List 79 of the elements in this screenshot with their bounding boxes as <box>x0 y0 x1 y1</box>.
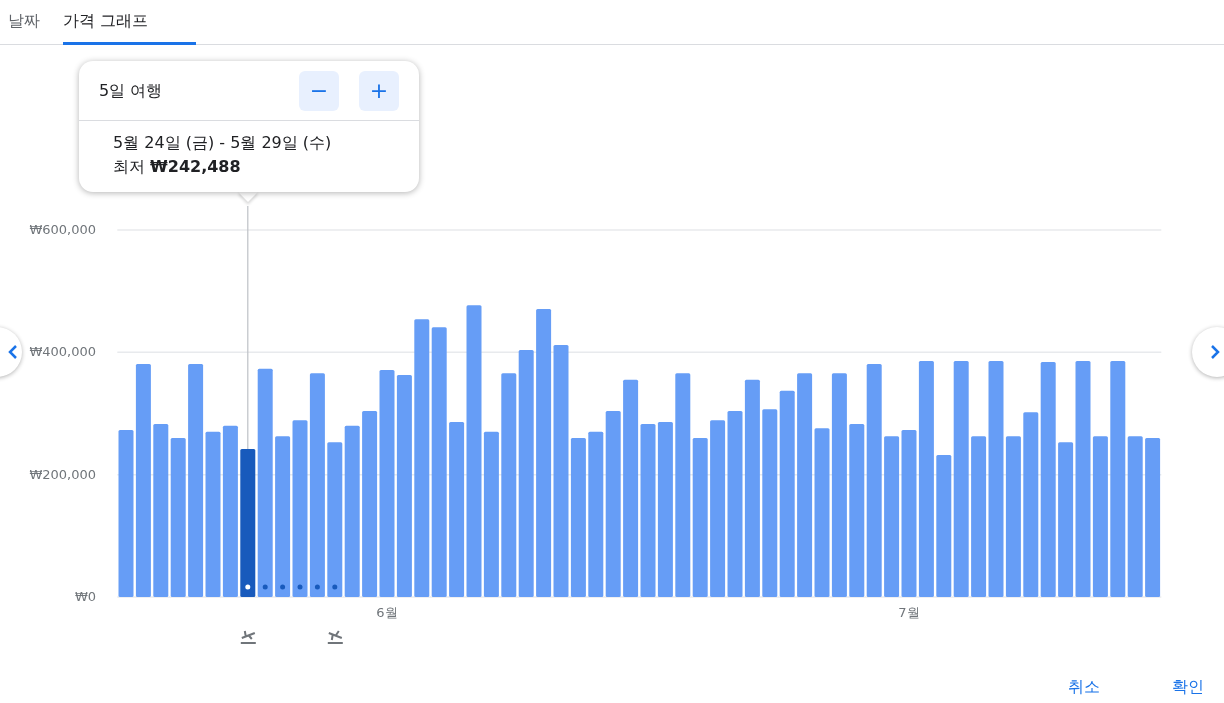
price-bar[interactable] <box>257 368 273 597</box>
price-bar[interactable] <box>1040 362 1056 597</box>
price-bar[interactable] <box>518 349 534 597</box>
price-bar[interactable] <box>866 363 882 597</box>
price-bar[interactable] <box>936 455 952 597</box>
price-bar[interactable] <box>657 422 673 597</box>
price-bar[interactable] <box>205 431 221 597</box>
axis-label: 7월 <box>898 605 920 620</box>
tab[interactable]: 가격 그래프 <box>63 0 196 45</box>
price-bar[interactable] <box>414 319 430 597</box>
price-bar[interactable] <box>1127 436 1143 597</box>
price-bar[interactable] <box>831 373 847 597</box>
price-bar[interactable] <box>536 308 552 597</box>
price-bar[interactable] <box>222 425 238 597</box>
price-bar[interactable] <box>588 431 604 597</box>
price-bar[interactable] <box>1058 442 1074 597</box>
price-bar[interactable] <box>466 305 482 597</box>
trip-dates: 5월 24일 (금) - 5월 29일 (수) <box>113 132 333 154</box>
price-bar[interactable] <box>501 373 517 597</box>
dialog-button[interactable]: 확인 <box>1156 670 1220 703</box>
price-bar[interactable] <box>188 363 204 597</box>
chevron-left-icon <box>8 344 18 360</box>
price-bar[interactable] <box>1092 436 1108 597</box>
price-bar[interactable] <box>901 430 917 597</box>
trip-length: 5일 여행 <box>99 79 164 102</box>
price-bar[interactable] <box>1110 360 1126 597</box>
dialog-button[interactable]: 취소 <box>1052 670 1116 703</box>
price-bar[interactable] <box>762 409 778 597</box>
price-bar[interactable] <box>953 360 969 597</box>
axis-label: ₩600,000 <box>29 222 96 237</box>
price-bar[interactable] <box>153 423 169 597</box>
price-bar[interactable] <box>449 422 465 597</box>
price-bar[interactable] <box>135 363 151 597</box>
price-bar[interactable] <box>849 423 865 597</box>
price-bar[interactable] <box>570 437 586 597</box>
price-bar[interactable] <box>431 327 447 597</box>
price-bar[interactable] <box>710 420 726 597</box>
price-bar[interactable] <box>327 442 343 597</box>
price-bar[interactable] <box>692 437 708 597</box>
price-bar[interactable] <box>675 373 691 597</box>
increase-button[interactable]: + <box>359 70 399 111</box>
price-bar[interactable] <box>988 360 1004 597</box>
takeoff-icon <box>239 630 257 644</box>
price-bar[interactable] <box>971 436 987 597</box>
price-bar[interactable] <box>344 425 360 597</box>
price-bar[interactable] <box>640 423 656 597</box>
price-bar[interactable] <box>118 430 134 597</box>
price-bar[interactable] <box>814 428 830 597</box>
price-bar[interactable] <box>483 431 499 597</box>
axis-label: ₩0 <box>74 589 96 604</box>
price-bar[interactable] <box>1005 436 1021 597</box>
price-bar[interactable] <box>884 436 900 597</box>
decrease-button[interactable]: − <box>299 70 339 111</box>
selected-price-bar[interactable] <box>240 449 256 597</box>
price-bar[interactable] <box>379 370 395 597</box>
price-bar[interactable] <box>553 345 569 597</box>
axis-label: ₩400,000 <box>29 344 96 360</box>
price-bar[interactable] <box>1023 412 1039 597</box>
price-bar[interactable] <box>727 411 743 597</box>
price-bar[interactable] <box>797 373 813 597</box>
price-bar[interactable] <box>292 420 308 597</box>
price-bar[interactable] <box>779 390 795 597</box>
price-bar[interactable] <box>744 379 760 597</box>
price-bar[interactable] <box>396 374 412 597</box>
price-bar[interactable] <box>309 373 325 597</box>
price-bar[interactable] <box>1145 437 1161 597</box>
tab[interactable]: 날짜 <box>8 0 63 45</box>
price-bar[interactable] <box>362 411 378 597</box>
chevron-right-icon <box>1210 344 1220 360</box>
price-bar[interactable] <box>275 436 291 597</box>
lowest-price: 최저 ₩242,488 <box>113 156 242 178</box>
price-bar[interactable] <box>170 437 186 597</box>
price-bar[interactable] <box>1075 360 1091 597</box>
axis-label: ₩200,000 <box>29 466 96 482</box>
landing-icon <box>326 630 344 644</box>
axis-label: 6월 <box>376 605 398 620</box>
price-bar[interactable] <box>623 379 639 597</box>
price-bar[interactable] <box>605 411 621 597</box>
price-bar[interactable] <box>918 360 934 597</box>
